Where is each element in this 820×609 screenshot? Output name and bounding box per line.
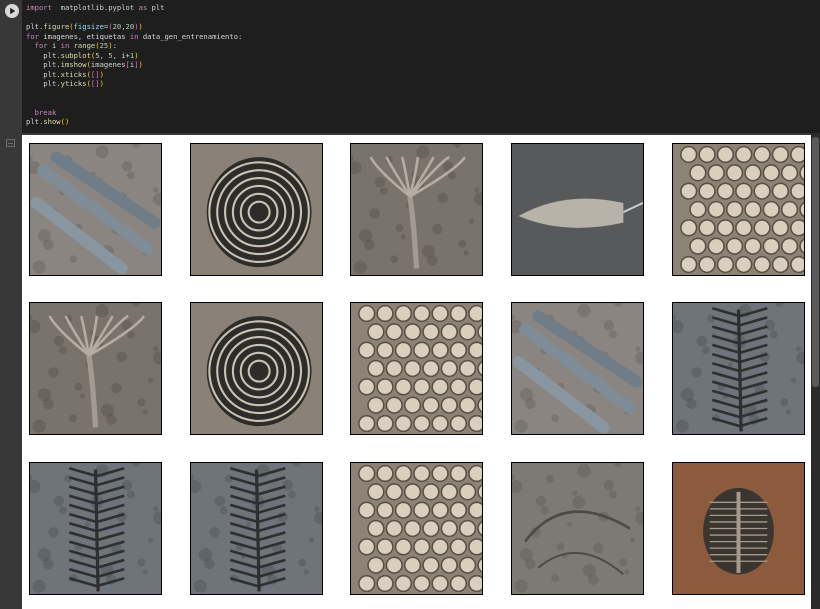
- code-line: break: [26, 108, 820, 118]
- code-token: data_gen_entrenamiento:: [138, 31, 243, 41]
- fern-fossil-image: [190, 462, 323, 595]
- code-token: 20: [112, 22, 122, 31]
- code-token: figsize: [73, 22, 104, 31]
- code-token: as: [138, 3, 148, 12]
- code-line: plt.xticks([]): [26, 70, 820, 80]
- code-token: ): [134, 50, 139, 60]
- code-token: xticks: [60, 69, 87, 79]
- coral-fossil-image: [350, 302, 483, 435]
- belemnite-fossils-image: [511, 302, 644, 435]
- coral-fossil-image: [672, 143, 805, 276]
- code-token: imagenes: [90, 60, 126, 69]
- code-token: imshow: [60, 60, 87, 69]
- output-scrollbar[interactable]: [811, 133, 820, 609]
- code-line: plt.subplot(5, 5, i+1): [26, 51, 820, 61]
- code-line: for imagenes, etiquetas in data_gen_entr…: [26, 32, 820, 42]
- code-token: range: [73, 41, 96, 50]
- code-line: plt.figure(figsize=(20,20)): [26, 22, 820, 32]
- code-token: ): [99, 69, 104, 79]
- code-token: plt.: [26, 117, 44, 126]
- code-token: plt.: [26, 22, 44, 31]
- code-token: plt.: [26, 60, 61, 69]
- scrollbar-thumb[interactable]: [812, 137, 819, 387]
- code-token: imagenes, etiquetas: [38, 31, 130, 41]
- code-token: matplotlib.pyplot: [51, 3, 139, 12]
- fern-fossil-image: [29, 462, 162, 595]
- crinoid-fossil-image: [29, 302, 162, 435]
- fossil-impression-image: [511, 462, 644, 595]
- code-token: plt.: [26, 79, 61, 88]
- belemnite-fossils-image: [29, 143, 162, 276]
- code-token: , i+: [112, 50, 130, 60]
- fern-fossil-image: [672, 302, 805, 435]
- code-token: for: [26, 31, 39, 41]
- cell-output: [22, 135, 811, 609]
- code-line: for i in range(25):: [26, 41, 820, 51]
- code-token: ): [99, 79, 104, 88]
- code-token: plt.: [26, 50, 61, 60]
- code-token: plt.: [26, 69, 61, 79]
- code-token: subplot: [60, 50, 91, 60]
- code-token: figure: [43, 22, 70, 31]
- code-line: plt.show(): [26, 117, 820, 127]
- code-token: in: [129, 31, 139, 41]
- output-toggle-icon[interactable]: [6, 139, 15, 147]
- code-token: i: [47, 41, 61, 50]
- code-token: 25: [99, 41, 109, 50]
- code-token: ): [138, 60, 143, 69]
- code-token: :: [112, 41, 117, 50]
- code-line: plt.yticks([]): [26, 79, 820, 89]
- output-gutter: [0, 133, 22, 609]
- code-line: plt.imshow(imagenes[i]): [26, 60, 820, 70]
- coral-fossil-image: [350, 462, 483, 595]
- code-token: import: [26, 3, 52, 12]
- play-icon: [10, 7, 16, 15]
- code-token: in: [60, 41, 70, 50]
- code-token: yticks: [60, 79, 87, 88]
- code-editor[interactable]: import matplotlib.pyplot as plt plt.figu…: [22, 0, 820, 133]
- ammonite-fossil-image: [190, 302, 323, 435]
- crinoid-fossil-image: [350, 143, 483, 276]
- code-token: ): [64, 117, 70, 126]
- code-token: plt: [147, 3, 165, 12]
- code-token: ): [138, 22, 143, 31]
- trilobite-fossil-image: [672, 462, 805, 595]
- code-token: ,: [99, 50, 109, 60]
- code-token: show: [43, 117, 61, 126]
- code-token: break: [34, 107, 57, 117]
- code-token: 20: [125, 22, 135, 31]
- ammonite-fossil-image: [190, 143, 323, 276]
- run-cell-button[interactable]: [5, 4, 19, 18]
- code-token: for: [34, 41, 48, 50]
- code-cell[interactable]: import matplotlib.pyplot as plt plt.figu…: [0, 0, 820, 133]
- code-line: import matplotlib.pyplot as plt: [26, 3, 820, 13]
- belemnite-fossil-image: [511, 143, 644, 276]
